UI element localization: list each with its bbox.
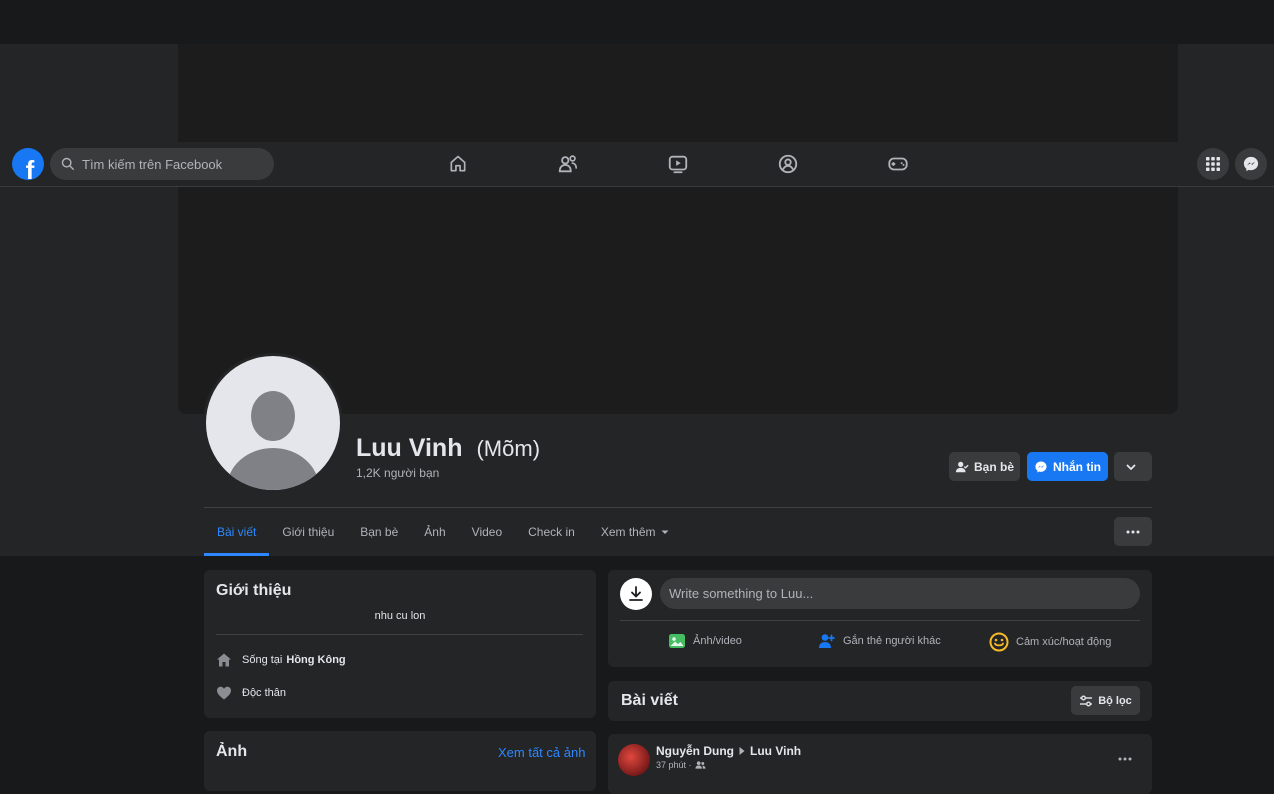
composer-avatar[interactable]: [620, 578, 652, 610]
tab-check-in[interactable]: Check in: [515, 508, 588, 556]
profile-options-button[interactable]: [1114, 517, 1152, 546]
friends-count[interactable]: 1,2K người bạn: [356, 466, 439, 480]
posts-title: Bài viết: [621, 692, 678, 709]
filter-icon: [1080, 695, 1093, 706]
tab-label: Check in: [528, 525, 575, 539]
intro-title: Giới thiệu: [216, 582, 292, 599]
posts-header: Bài viết Bộ lọc: [608, 681, 1152, 721]
feeling-activity-label: Cảm xúc/hoạt động: [1016, 636, 1112, 648]
profile-tabs: Bài viết Giới thiệu Bạn bè Ảnh Video Che…: [204, 508, 683, 556]
cover-photo[interactable]: [178, 44, 1178, 414]
composer-input[interactable]: Write something to Luu...: [660, 578, 1140, 609]
post-target[interactable]: Luu Vinh: [750, 744, 801, 758]
download-icon: [629, 586, 643, 601]
home-icon: [217, 653, 231, 667]
photo-video-label: Ảnh/video: [693, 635, 742, 647]
facebook-logo[interactable]: f: [12, 148, 44, 180]
friends-icon[interactable]: [556, 152, 580, 176]
friends-button-label: Bạn bè: [973, 459, 1014, 474]
top-navbar: f: [0, 142, 1274, 187]
profile-nickname: (Mõm): [476, 436, 541, 461]
tab-label: Bạn bè: [360, 525, 399, 539]
tag-people-icon: [819, 634, 835, 648]
gaming-icon[interactable]: [886, 152, 910, 176]
menu-grid-icon: [1206, 157, 1220, 171]
message-button-label: Nhắn tin: [1053, 459, 1101, 474]
messenger-icon: [1035, 460, 1047, 473]
tab-label: Giới thiệu: [282, 525, 335, 539]
tab-friends[interactable]: Bạn bè: [347, 508, 411, 556]
more-actions-button[interactable]: [1114, 452, 1152, 481]
tab-videos[interactable]: Video: [459, 508, 515, 556]
tab-photos[interactable]: Ảnh: [411, 508, 458, 556]
intro-relationship: Độc thân: [216, 685, 286, 701]
post-options-button[interactable]: [1118, 748, 1132, 766]
friends-button[interactable]: Bạn bè: [949, 452, 1020, 481]
search-input[interactable]: [80, 155, 264, 173]
profile-avatar[interactable]: [203, 353, 343, 493]
lives-in-prefix: Sống tại: [242, 654, 283, 666]
lives-in-place[interactable]: Hồng Kông: [286, 654, 345, 666]
profile-name: Luu Vinh: [356, 434, 463, 462]
tab-about[interactable]: Giới thiệu: [269, 508, 347, 556]
tag-people-action[interactable]: Gắn thẻ người khác: [818, 632, 941, 650]
menu-grid-button[interactable]: [1197, 148, 1229, 180]
photo-icon: [669, 634, 685, 648]
filter-label: Bộ lọc: [1098, 694, 1132, 707]
relationship-status: Độc thân: [242, 687, 287, 699]
tag-people-label: Gắn thẻ người khác: [843, 635, 941, 647]
intro-bio: nhu cu lon: [374, 610, 426, 622]
intro-lives-in: Sống tại Hồng Kông: [216, 652, 346, 668]
home-icon[interactable]: [446, 152, 470, 176]
tab-label: Ảnh: [424, 525, 446, 539]
profile-name-row: Luu Vinh (Mõm): [356, 434, 540, 463]
post-time[interactable]: 37 phút ·: [656, 760, 692, 770]
filter-button[interactable]: Bộ lọc: [1071, 686, 1140, 715]
tab-more[interactable]: Xem thêm: [588, 508, 683, 556]
more-dots-icon: [1118, 757, 1132, 761]
photo-video-action[interactable]: Ảnh/video: [668, 632, 742, 650]
message-button[interactable]: Nhắn tin: [1027, 452, 1108, 481]
friends-audience-icon: [694, 761, 706, 769]
groups-icon[interactable]: [776, 152, 800, 176]
heart-icon: [217, 686, 231, 700]
tab-posts[interactable]: Bài viết: [204, 508, 270, 556]
friend-check-icon: [955, 461, 969, 472]
composer-divider: [620, 620, 1140, 621]
post-composer: Write something to Luu... Ảnh/video Gắn …: [608, 570, 1152, 667]
tab-label: Bài viết: [217, 525, 257, 539]
post-meta: 37 phút ·: [656, 760, 706, 770]
facebook-logo-letter: f: [25, 155, 35, 180]
search-box[interactable]: [50, 148, 274, 180]
search-icon: [61, 157, 74, 170]
messenger-button[interactable]: [1235, 148, 1267, 180]
post-card: Nguyễn Dung Luu Vinh 37 phút ·: [608, 734, 1152, 794]
tab-label: Video: [471, 525, 503, 539]
watch-icon[interactable]: [666, 152, 690, 176]
post-author[interactable]: Nguyễn Dung: [656, 744, 734, 758]
chevron-down-icon: [1126, 464, 1135, 470]
post-header: Nguyễn Dung Luu Vinh: [656, 744, 801, 758]
intro-card: Giới thiệu nhu cu lon Sống tại Hồng Kông …: [204, 570, 596, 718]
default-avatar-silhouette: [206, 356, 340, 490]
post-author-avatar[interactable]: [618, 744, 650, 776]
photos-title: Ảnh: [216, 743, 248, 760]
caret-down-icon: [661, 530, 669, 534]
top-strip: [0, 0, 1274, 44]
see-all-photos-link[interactable]: Xem tất cả ảnh: [498, 745, 585, 760]
more-dots-icon: [1126, 530, 1140, 533]
feeling-activity-action[interactable]: Cảm xúc/hoạt động: [989, 632, 1111, 652]
photos-card: Ảnh Xem tất cả ảnh: [204, 731, 596, 791]
messenger-icon: [1243, 156, 1259, 172]
intro-divider: [216, 634, 583, 635]
tab-label: Xem thêm: [600, 525, 656, 539]
arrow-right-icon: [739, 747, 745, 755]
smiley-icon: [989, 632, 1009, 652]
